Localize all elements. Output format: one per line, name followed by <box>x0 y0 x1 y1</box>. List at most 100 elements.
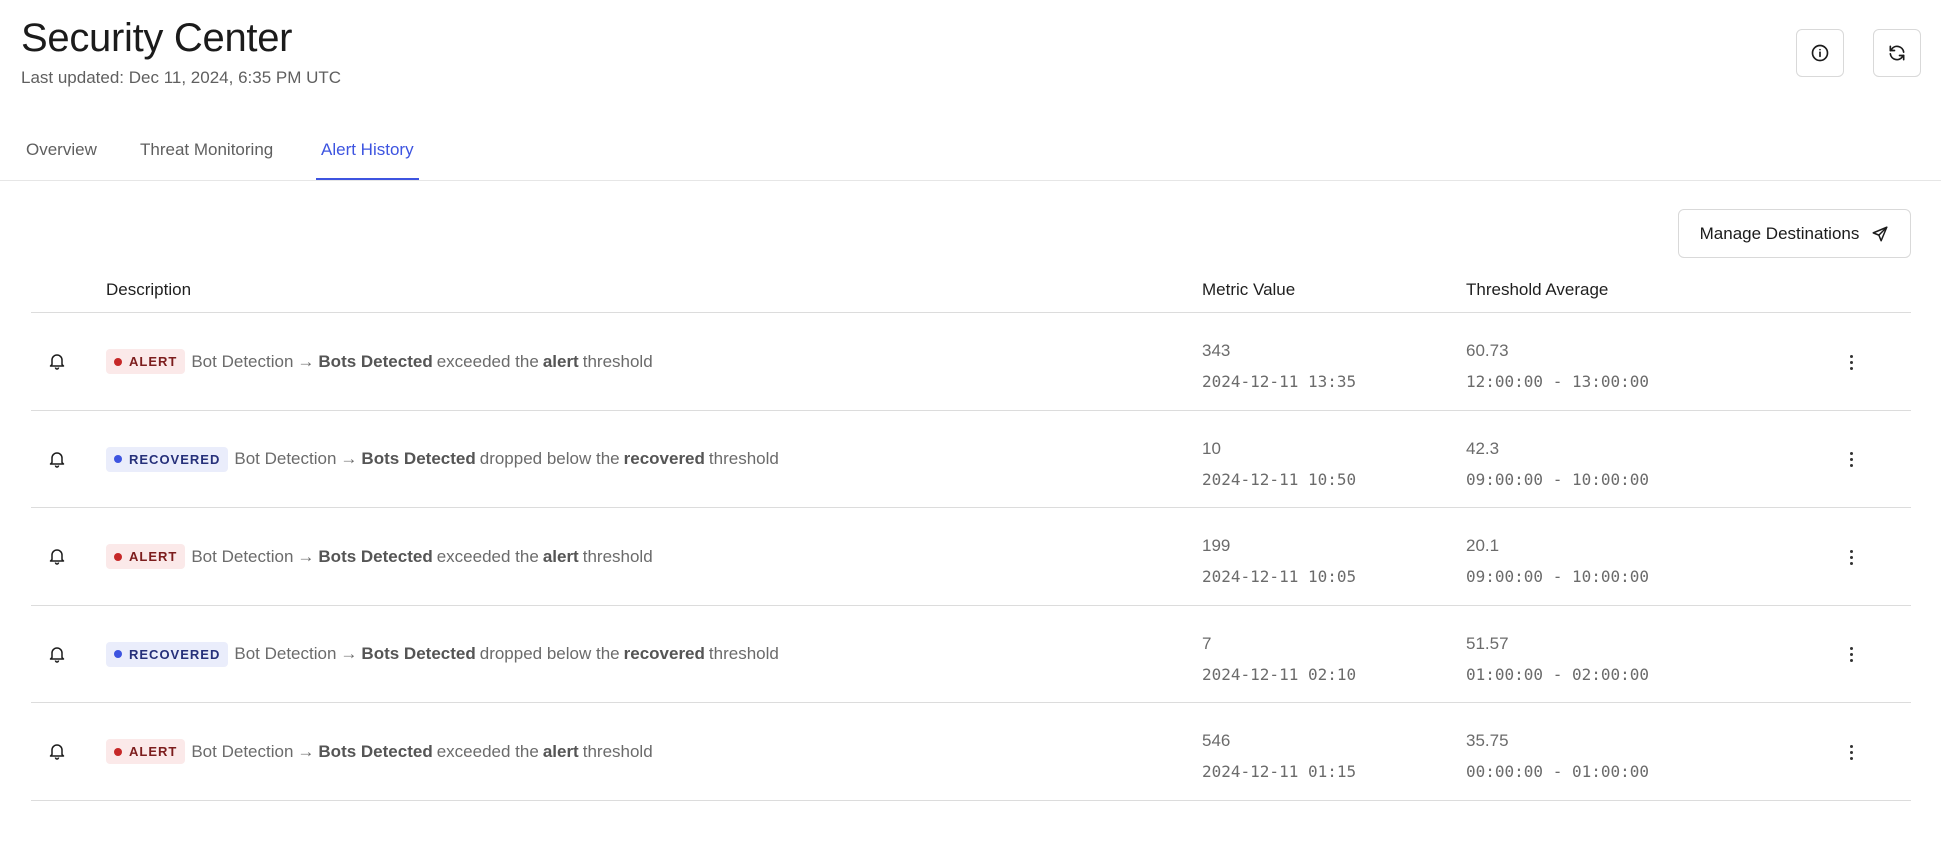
status-label: ALERT <box>129 354 178 369</box>
table-row[interactable]: ALERT Bot Detection → Bots Detected exce… <box>31 508 1911 606</box>
more-vertical-icon <box>1849 647 1853 650</box>
tab-overview[interactable]: Overview <box>21 140 102 180</box>
refresh-icon <box>1889 45 1905 61</box>
source-name: Bot Detection <box>191 546 294 566</box>
table-row[interactable]: RECOVERED Bot Detection → Bots Detected … <box>31 411 1911 508</box>
status-badge: RECOVERED <box>106 446 229 472</box>
manage-destinations-button[interactable]: Manage Destinations <box>1678 209 1911 258</box>
page-title: Security Center <box>21 16 293 60</box>
source-name: Bot Detection <box>191 741 294 761</box>
source-name: Bot Detection <box>234 449 337 468</box>
arrow-right-icon: → <box>297 351 315 371</box>
metric-value: 546 <box>1202 731 1231 750</box>
threshold-average-value: 20.1 <box>1466 536 1500 555</box>
metric-value-cell: 7 2024-12-11 02:10 <box>1202 628 1356 690</box>
condition-text: dropped below the <box>479 449 620 468</box>
bell-icon <box>49 451 65 468</box>
metric-value-cell: 10 2024-12-11 10:50 <box>1202 433 1356 495</box>
row-menu-button[interactable] <box>1843 449 1859 471</box>
description-cell: ALERT Bot Detection → Bots Detected exce… <box>106 739 657 764</box>
threshold-average-value: 35.75 <box>1466 731 1509 750</box>
table-header: Description Metric Value Threshold Avera… <box>31 270 1911 313</box>
row-menu-button[interactable] <box>1843 644 1859 666</box>
status-dot-icon <box>114 552 122 561</box>
status-label: ALERT <box>129 549 178 564</box>
threshold-average-cell: 42.3 09:00:00 - 10:00:00 <box>1466 433 1649 495</box>
threshold-average-cell: 35.75 00:00:00 - 01:00:00 <box>1466 725 1649 787</box>
page-header: Security Center Last updated: Dec 11, 20… <box>21 14 341 88</box>
threshold-average-cell: 60.73 12:00:00 - 13:00:00 <box>1466 335 1649 397</box>
description-cell: RECOVERED Bot Detection → Bots Detected … <box>106 641 783 667</box>
metric-value-cell: 199 2024-12-11 10:05 <box>1202 530 1356 592</box>
bell-icon <box>49 646 65 663</box>
info-icon <box>1811 44 1829 62</box>
condition-text: dropped below the <box>479 644 620 663</box>
status-badge: RECOVERED <box>106 641 229 667</box>
send-icon <box>1872 226 1888 241</box>
condition-text: exceeded the <box>436 741 539 761</box>
threshold-level: alert <box>542 741 579 761</box>
threshold-average-value: 51.57 <box>1466 633 1509 653</box>
table-body: ALERT Bot Detection → Bots Detected exce… <box>31 313 1911 801</box>
arrow-right-icon: → <box>297 546 315 566</box>
threshold-window: 09:00:00 - 10:00:00 <box>1466 567 1650 586</box>
tab-threat-monitoring[interactable]: Threat Monitoring <box>135 140 278 180</box>
threshold-average-cell: 20.1 09:00:00 - 10:00:00 <box>1466 530 1649 592</box>
info-button[interactable] <box>1796 29 1844 77</box>
row-menu-button[interactable] <box>1843 546 1859 568</box>
threshold-level: alert <box>542 351 579 371</box>
threshold-window: 09:00:00 - 10:00:00 <box>1466 469 1650 489</box>
metric-value: 10 <box>1202 438 1221 458</box>
refresh-button[interactable] <box>1873 29 1921 77</box>
column-header-metric-value[interactable]: Metric Value <box>1202 280 1295 300</box>
threshold-suffix: threshold <box>708 644 779 663</box>
status-label: ALERT <box>129 744 178 759</box>
threshold-level: recovered <box>623 644 705 663</box>
status-badge: ALERT <box>106 349 186 374</box>
status-dot-icon <box>114 747 122 756</box>
threshold-suffix: threshold <box>582 351 653 371</box>
metric-name: Bots Detected <box>361 644 476 663</box>
arrow-right-icon: → <box>340 449 358 468</box>
status-label: RECOVERED <box>129 646 221 662</box>
metric-name: Bots Detected <box>318 546 433 566</box>
column-header-threshold-average[interactable]: Threshold Average <box>1466 280 1608 300</box>
status-badge: ALERT <box>106 544 186 569</box>
metric-value: 199 <box>1202 536 1231 555</box>
threshold-suffix: threshold <box>582 546 653 566</box>
threshold-average-cell: 51.57 01:00:00 - 02:00:00 <box>1466 628 1649 690</box>
status-dot-icon <box>114 455 122 463</box>
last-updated-text: Last updated: Dec 11, 2024, 6:35 PM UTC <box>21 68 342 87</box>
condition-text: exceeded the <box>436 351 539 371</box>
condition-text: exceeded the <box>436 546 539 566</box>
bell-icon <box>49 744 65 760</box>
more-vertical-icon <box>1849 744 1853 748</box>
table-row[interactable]: RECOVERED Bot Detection → Bots Detected … <box>31 606 1911 703</box>
metric-timestamp: 2024-12-11 10:50 <box>1202 469 1357 489</box>
column-header-description[interactable]: Description <box>106 280 191 300</box>
table-row[interactable]: ALERT Bot Detection → Bots Detected exce… <box>31 703 1911 801</box>
tab-alert-history[interactable]: Alert History <box>316 140 419 180</box>
metric-timestamp: 2024-12-11 01:15 <box>1202 762 1357 781</box>
source-name: Bot Detection <box>234 644 337 663</box>
threshold-window: 00:00:00 - 01:00:00 <box>1466 762 1650 781</box>
metric-value-cell: 343 2024-12-11 13:35 <box>1202 335 1356 397</box>
metric-timestamp: 2024-12-11 02:10 <box>1202 664 1357 684</box>
threshold-level: recovered <box>623 449 705 468</box>
metric-name: Bots Detected <box>361 449 476 468</box>
table-row[interactable]: ALERT Bot Detection → Bots Detected exce… <box>31 313 1911 411</box>
tab-bar: Overview Threat Monitoring Alert History <box>0 130 1941 181</box>
metric-timestamp: 2024-12-11 13:35 <box>1202 372 1357 391</box>
more-vertical-icon <box>1849 452 1853 455</box>
metric-value: 7 <box>1202 633 1212 653</box>
bell-icon <box>49 549 65 565</box>
row-menu-button[interactable] <box>1843 741 1859 763</box>
metric-name: Bots Detected <box>318 741 433 761</box>
bell-icon <box>49 354 65 370</box>
row-menu-button[interactable] <box>1843 351 1859 373</box>
metric-timestamp: 2024-12-11 10:05 <box>1202 567 1357 586</box>
description-cell: ALERT Bot Detection → Bots Detected exce… <box>106 349 657 374</box>
threshold-suffix: threshold <box>708 449 779 468</box>
threshold-window: 01:00:00 - 02:00:00 <box>1466 664 1650 684</box>
status-label: RECOVERED <box>129 451 221 467</box>
